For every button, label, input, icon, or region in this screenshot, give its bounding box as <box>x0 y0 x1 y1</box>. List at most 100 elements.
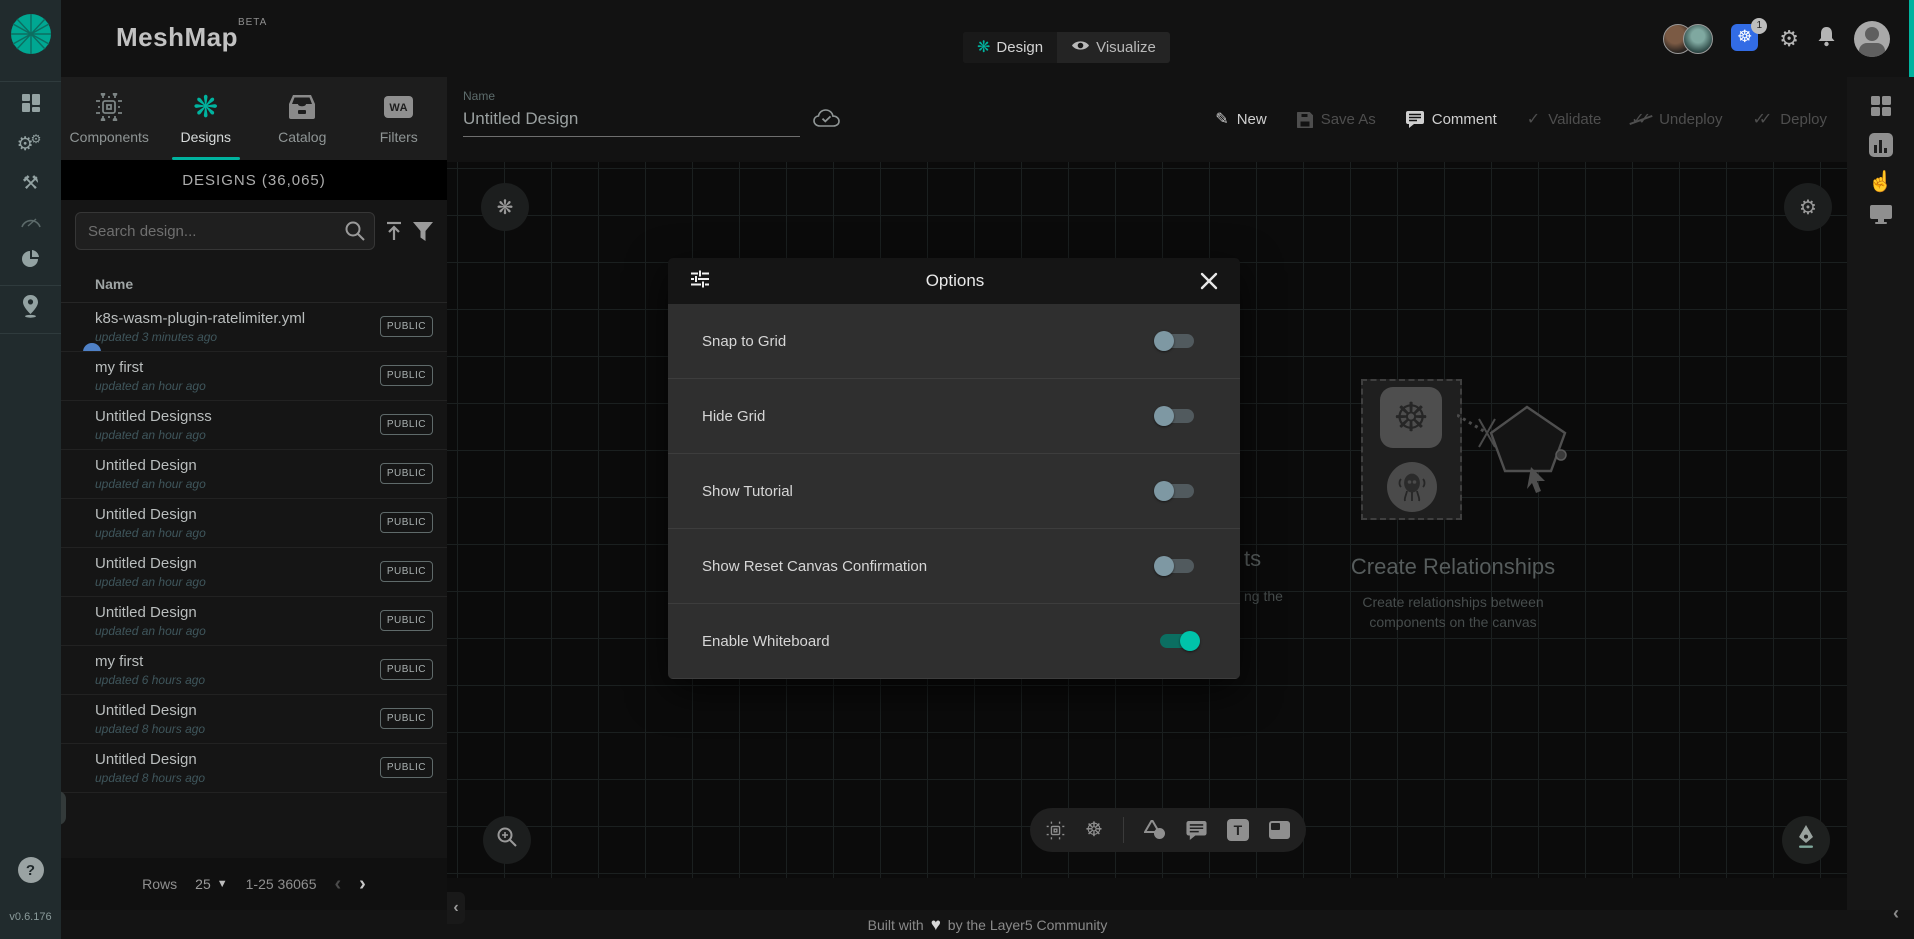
tab-catalog[interactable]: Catalog <box>254 77 351 160</box>
help-icon[interactable]: ? <box>18 857 44 883</box>
tools-icon: ⚒ <box>22 172 39 195</box>
widgets-grid-button[interactable] <box>1847 91 1914 127</box>
search-design-input[interactable] <box>75 212 375 250</box>
user-avatar[interactable] <box>1854 21 1890 57</box>
cloud-sync-icon <box>813 109 840 133</box>
design-list-item[interactable]: Untitled Design updated 8 hours ago PUBL… <box>61 744 447 793</box>
tutorial-title: Create Relationships <box>1303 554 1603 580</box>
sidebar-item-performance[interactable] <box>0 203 61 242</box>
comment-tool-icon[interactable] <box>1186 821 1207 840</box>
page-range: 1-25 36065 <box>246 876 317 892</box>
tutorial-illustration: ☸ <box>1361 379 1462 520</box>
sidebar-item-lifecycle[interactable]: ⚙⚙ <box>0 125 61 164</box>
validate-button[interactable]: ✓ Validate <box>1527 111 1602 128</box>
design-list-item[interactable]: Untitled Design updated 8 hours ago PUBL… <box>61 695 447 744</box>
design-list-item[interactable]: k8s-wasm-plugin-ratelimiter.yml updated … <box>61 303 447 352</box>
interaction-mode-button[interactable]: ☝ <box>1847 163 1914 199</box>
canvas-gear-flower-button[interactable]: ❋ <box>481 183 529 231</box>
save-as-button[interactable]: Save As <box>1297 111 1376 128</box>
design-list-item[interactable]: Untitled Design updated an hour ago PUBL… <box>61 548 447 597</box>
components-tool-icon[interactable] <box>1046 821 1065 840</box>
hidden-card-title-fragment: ts <box>1244 546 1261 572</box>
design-list-item[interactable]: my first updated an hour ago PUBLIC <box>61 352 447 401</box>
sidebar-item-configuration[interactable]: ⚒ <box>0 164 61 203</box>
mode-toggle: ❋ Design Visualize <box>963 32 1170 63</box>
footer: Built with ♥ by the Layer5 Community <box>61 910 1914 939</box>
design-list-item[interactable]: Untitled Designss updated an hour ago PU… <box>61 401 447 450</box>
pie-mesh-icon <box>21 249 40 274</box>
display-button[interactable] <box>1847 199 1914 235</box>
sidebar-item-extensions[interactable] <box>0 242 61 281</box>
design-name: Untitled Design <box>95 506 387 523</box>
undeploy-button[interactable]: ✓✓ Undeploy <box>1631 111 1722 128</box>
design-updated: updated 8 hours ago <box>95 771 387 785</box>
option-toggle[interactable] <box>1154 478 1200 504</box>
design-name: Untitled Design <box>95 457 387 474</box>
tab-components[interactable]: Components <box>61 77 158 160</box>
design-updated: updated an hour ago <box>95 379 387 393</box>
tab-visualize[interactable]: Visualize <box>1057 32 1170 63</box>
freehand-draw-button[interactable] <box>1782 816 1830 864</box>
tab-designs[interactable]: ❋ Designs <box>158 77 255 160</box>
heart-icon: ♥ <box>931 915 941 935</box>
next-page-button[interactable]: › <box>359 873 366 896</box>
toggle-knob <box>1180 631 1200 651</box>
sidebar-item-dashboard[interactable] <box>0 86 61 125</box>
meshery-operator-icon <box>1387 462 1437 512</box>
right-dock: ☝ <box>1847 77 1914 910</box>
design-list-item[interactable]: Untitled Design updated an hour ago PUBL… <box>61 499 447 548</box>
designs-spiral-icon: ❋ <box>193 92 218 122</box>
filter-funnel-icon[interactable] <box>413 219 433 243</box>
chip-icon <box>95 92 123 122</box>
zoom-button[interactable] <box>483 816 531 864</box>
design-list-item[interactable]: Untitled Design updated an hour ago PUBL… <box>61 597 447 646</box>
settings-gear-icon[interactable]: ⚙ <box>1779 28 1799 50</box>
notifications-bell-icon[interactable] <box>1817 26 1836 51</box>
design-visibility-badge: PUBLIC <box>380 365 433 386</box>
design-list-item[interactable]: Untitled Design updated an hour ago PUBL… <box>61 450 447 499</box>
tab-design[interactable]: ❋ Design <box>963 32 1057 63</box>
collapse-left-panel-handle[interactable]: ‹ <box>447 892 465 924</box>
sidebar-item-meshmap[interactable] <box>0 290 61 329</box>
design-toolbar: Name ✎ New Save As <box>447 77 1847 162</box>
meshery-logo-icon[interactable] <box>10 13 52 55</box>
canvas-tool-dock: ☸ T <box>1030 808 1306 852</box>
kubernetes-context-button[interactable]: ☸ 1 <box>1731 24 1761 54</box>
text-tool-icon[interactable]: T <box>1227 819 1249 841</box>
design-spiral-icon: ❋ <box>977 40 990 56</box>
gears-icon: ⚙⚙ <box>17 133 45 156</box>
option-toggle[interactable] <box>1154 328 1200 354</box>
design-name: my first <box>95 653 387 670</box>
collaborator-avatar <box>1683 24 1713 54</box>
canvas-settings-button[interactable]: ⚙ <box>1784 183 1832 231</box>
shapes-tool-icon[interactable] <box>1144 820 1166 840</box>
collapse-right-dock-handle[interactable]: ‹ <box>1886 900 1906 926</box>
double-check-icon: ✓✓ <box>1752 112 1772 128</box>
design-updated: updated an hour ago <box>95 575 387 589</box>
deploy-button[interactable]: ✓✓ Deploy <box>1752 111 1827 128</box>
close-icon[interactable] <box>1200 272 1218 290</box>
new-button[interactable]: ✎ New <box>1215 111 1266 128</box>
option-toggle[interactable] <box>1154 553 1200 579</box>
comment-button[interactable]: Comment <box>1406 111 1497 128</box>
options-list: Snap to Grid Hide Grid Show Tutorial Sho… <box>668 304 1240 679</box>
design-updated: updated 8 hours ago <box>95 722 387 736</box>
analytics-button[interactable] <box>1847 127 1914 163</box>
options-modal: Options Snap to Grid Hide Grid Show Tuto… <box>668 258 1240 679</box>
previous-page-button[interactable]: ‹ <box>334 873 341 896</box>
rows-per-page-select[interactable]: 25▼ <box>195 876 227 892</box>
nav-rail: ⚙⚙ ⚒ <box>0 0 61 939</box>
option-toggle[interactable] <box>1154 628 1200 654</box>
collaborator-avatars[interactable] <box>1663 24 1713 54</box>
name-column-header[interactable]: Name <box>61 260 447 303</box>
designs-section-header[interactable]: DESIGNS (36,065) <box>61 160 447 200</box>
design-name-input[interactable] <box>463 105 800 137</box>
design-name: Untitled Design <box>95 702 387 719</box>
media-tool-icon[interactable] <box>1269 821 1290 839</box>
search-icon[interactable] <box>344 220 366 247</box>
import-design-icon[interactable] <box>385 219 403 243</box>
design-list-item[interactable]: my first updated 6 hours ago PUBLIC <box>61 646 447 695</box>
tab-filters[interactable]: WA Filters <box>351 77 448 160</box>
kubernetes-tool-icon[interactable]: ☸ <box>1085 820 1103 840</box>
option-toggle[interactable] <box>1154 403 1200 429</box>
